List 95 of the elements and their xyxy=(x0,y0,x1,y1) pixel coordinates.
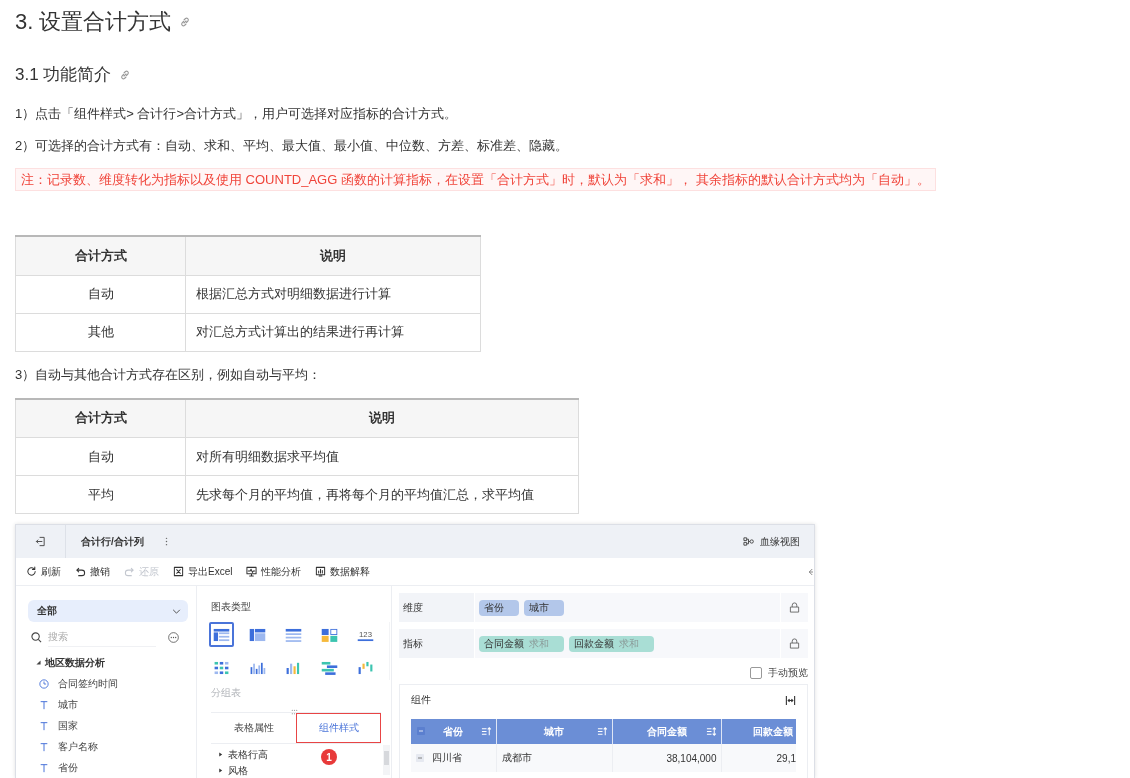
lock-button[interactable] xyxy=(781,629,808,658)
field-item[interactable]: 国家 xyxy=(28,718,188,733)
link-icon[interactable] xyxy=(119,69,132,81)
table-header-cell: 合计方式 xyxy=(15,236,186,275)
scrollbar[interactable] xyxy=(383,745,390,775)
sort-icon[interactable] xyxy=(705,726,717,737)
field-item[interactable]: 合同签约时间 xyxy=(28,676,188,691)
lock-button[interactable] xyxy=(781,593,808,622)
field-item[interactable]: 客户名称 xyxy=(28,739,188,754)
lock-icon xyxy=(789,602,800,613)
collapse-panel-icon[interactable] xyxy=(807,566,813,577)
section-header[interactable]: 表格行高 xyxy=(218,748,268,761)
shelf-label: 维度 xyxy=(399,593,474,622)
field-chip[interactable]: 合同金额 求和 xyxy=(479,635,564,652)
section-title: 3.1 功能简介 xyxy=(15,64,112,86)
more-icon[interactable] xyxy=(168,631,179,643)
tab[interactable]: 表格属性 xyxy=(211,713,296,743)
shelf-label: 指标 xyxy=(399,629,474,658)
minus-icon[interactable] xyxy=(417,727,425,735)
chart-type-name: 分组表 xyxy=(211,686,242,700)
toolbar-button[interactable]: 刷新 xyxy=(26,564,61,579)
clock-icon xyxy=(39,678,49,689)
table-icon xyxy=(248,626,267,643)
bar-chart-icon xyxy=(356,659,375,676)
table-cell: 四川省 xyxy=(431,752,462,763)
search-field[interactable]: 搜索 xyxy=(48,627,156,647)
table-header-cell: 合计方式 xyxy=(15,398,186,438)
sort-icon[interactable] xyxy=(596,726,608,737)
table-cell: 对汇总方式计算出的结果进行再计算 xyxy=(185,313,481,351)
page-title: 3. 设置合计方式 xyxy=(15,8,172,36)
paragraph: 3）自动与其他合计方式存在区别，例如自动与平均： xyxy=(15,365,322,384)
exit-icon[interactable] xyxy=(35,536,46,547)
paragraph: 1）点击「组件样式> 合计行>合计方式」，用户可选择对应指标的合计方式。 xyxy=(15,105,458,123)
link-icon[interactable] xyxy=(179,16,192,28)
checkbox[interactable] xyxy=(750,667,762,679)
chart-box-icon xyxy=(315,566,327,577)
toolbar-button[interactable]: 数据解释 xyxy=(315,564,371,579)
tab[interactable]: 组件样式 xyxy=(296,713,381,743)
table-cell: 先求每个月的平均值，再将每个月的平均值汇总，求平均值 xyxy=(185,475,579,514)
scope-dropdown[interactable]: 全部 xyxy=(28,600,188,622)
table-icon xyxy=(284,626,303,643)
text-type-icon xyxy=(39,720,49,731)
node-graph-icon xyxy=(743,536,754,547)
field-item[interactable]: 城市 xyxy=(28,697,188,712)
search-icon xyxy=(31,631,42,643)
app-title: 合计行/合计列 xyxy=(81,534,144,549)
table-icon xyxy=(212,626,231,643)
drop-zone[interactable]: 省份 城市 xyxy=(475,593,780,622)
table-cell: 其他 xyxy=(15,313,186,351)
tiles-icon xyxy=(320,626,339,643)
table-header-cell: 说明 xyxy=(185,236,481,275)
section-header[interactable]: 风格 xyxy=(218,764,248,777)
toolbar-button[interactable]: 撤销 xyxy=(75,564,110,579)
folder-item[interactable]: 地区数据分析 xyxy=(28,655,188,670)
field-chip[interactable]: 城市 xyxy=(524,599,564,616)
lineage-view-button[interactable]: 血缘视图 xyxy=(743,534,800,549)
field-chip[interactable]: 回款金额 求和 xyxy=(569,635,654,652)
redo-icon xyxy=(124,566,135,577)
text-type-icon xyxy=(39,699,49,710)
text-type-icon xyxy=(39,741,49,752)
refresh-icon xyxy=(26,566,37,577)
dot-grid-icon xyxy=(212,659,231,676)
drag-handle-icon[interactable] xyxy=(291,709,298,715)
paragraph: 2）可选择的合计方式有：自动、求和、平均、最大值、最小值、中位数、方差、标准差、隐藏。 xyxy=(15,137,569,155)
more-icon[interactable] xyxy=(164,537,168,546)
chart-type-button[interactable] xyxy=(209,622,234,647)
monitor-icon xyxy=(246,566,258,577)
table-cell: 29,1 xyxy=(776,752,796,764)
table-cell: 平均 xyxy=(15,475,186,514)
toolbar-button[interactable]: 导出Excel xyxy=(173,564,233,579)
table-cell: 根据汇总方式对明细数据进行计算 xyxy=(185,275,481,313)
column-width-icon[interactable] xyxy=(785,694,796,706)
lock-icon xyxy=(789,638,800,649)
section-label: 图表类型 xyxy=(211,600,252,614)
drop-zone[interactable]: 合同金额 求和 回款金额 求和 xyxy=(475,629,780,658)
step-badge: 1 xyxy=(321,749,337,765)
sort-icon[interactable] xyxy=(480,726,492,737)
horizontal-bar-icon xyxy=(320,659,339,676)
note-callout: 注：记录数、维度转化为指标以及使用 COUNTD_AGG 函数的计算指标，在设置「合计方式」时，默认为「求和」， 其余指标的默认合计方式均为「自动」。 xyxy=(15,168,936,191)
table-header-cell: 说明 xyxy=(185,398,579,438)
export-icon xyxy=(173,566,184,577)
chevron-down-icon xyxy=(172,608,181,614)
text-type-icon xyxy=(39,762,49,773)
table-cell: 对所有明细数据求平均值 xyxy=(185,437,579,476)
table-cell: 38,104,000 xyxy=(666,752,717,764)
field-item[interactable]: 省份 xyxy=(28,760,188,775)
checkbox-label: 手动预览 xyxy=(768,666,808,680)
card-title: 组件 xyxy=(411,693,431,707)
field-chip[interactable]: 省份 xyxy=(479,599,519,616)
undo-icon xyxy=(75,566,86,577)
table-cell: 自动 xyxy=(15,437,186,476)
table-cell: 自动 xyxy=(15,275,186,313)
toolbar-button[interactable]: 性能分析 xyxy=(246,564,302,579)
table-cell: 成都市 xyxy=(501,752,532,763)
minus-icon[interactable] xyxy=(416,754,424,763)
